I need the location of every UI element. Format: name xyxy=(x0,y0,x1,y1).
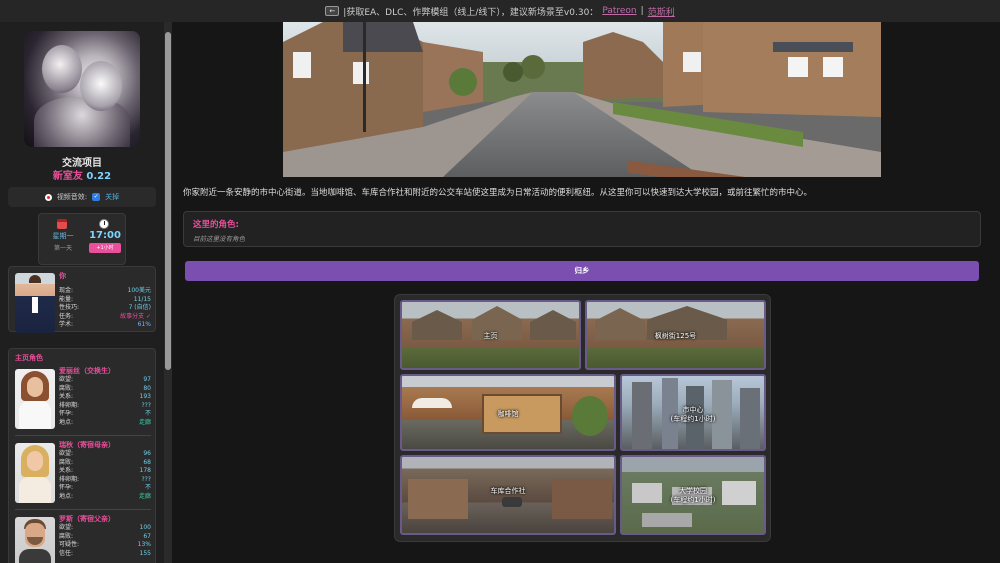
sidebar-scrollbar[interactable] xyxy=(164,22,172,563)
settings-row: 视频音效: ✓ 关掉 xyxy=(8,187,156,207)
go-home-button[interactable]: 归乡 xyxy=(185,261,979,281)
location-description: 你家附近一条安静的市中心街道。当地咖啡馆、车库合作社和附近的公交车站使这里成为日… xyxy=(183,188,813,198)
back-button[interactable]: ← xyxy=(325,6,340,16)
weekday: 星期一 xyxy=(52,232,74,240)
sound-toggle-label: 关掉 xyxy=(105,193,120,201)
location-university[interactable]: 大学校园 (车程约1小时) xyxy=(620,455,766,535)
main-content: 你家附近一条安静的市中心街道。当地咖啡馆、车库合作社和附近的公交车站使这里成为日… xyxy=(172,22,1000,563)
top-announcement-bar: ← |获取EA、DLC、作弊模组（线上/线下），建议新场景至v0.30： Pat… xyxy=(0,0,1000,22)
location-label: 大学校园 (车程约1小时) xyxy=(622,487,764,505)
player-card: 你 现金: 100美元 能量: 11/15 性技巧: 7 (自信) 任务: 故事分支 ✓… xyxy=(8,266,156,333)
location-label-sub: (车程约1小时) xyxy=(670,415,716,423)
location-scene-image xyxy=(283,22,881,177)
location-label-sub: (车程约1小时) xyxy=(670,496,716,504)
sound-checkbox[interactable]: ✓ xyxy=(92,193,101,201)
characters-here-panel: 这里的角色: 目前这里没有角色 xyxy=(183,211,981,247)
clock-icon xyxy=(99,219,109,229)
character-avatar-ross[interactable] xyxy=(15,517,55,563)
character-name[interactable]: 瑞秋（寄宿母亲） xyxy=(59,441,151,450)
sidebar: 交流项目 新室友 0.22 视频音效: ✓ 关掉 星期一 第一天 17:00 +… xyxy=(0,22,164,563)
location-maple-street[interactable]: 枫树街125号 xyxy=(585,300,766,370)
character-avatar-rachel[interactable] xyxy=(15,443,55,503)
characters-here-empty: 目前这里没有角色 xyxy=(193,235,245,243)
location-home[interactable]: 主页 xyxy=(400,300,581,370)
game-version: 0.22 xyxy=(86,171,112,182)
location-label: 车库合作社 xyxy=(490,487,526,495)
location-downtown[interactable]: 市中心 (车程约1小时) xyxy=(620,374,766,451)
patreon-link[interactable]: Patreon xyxy=(602,6,636,16)
character-stats-alice: 爱丽丝（交换生） 欲望: 97 腐败: 80 关系: 193 排卵期:??? 怀孕: 不… xyxy=(59,367,151,426)
roommates-card: 主页角色 爱丽丝（交换生） 欲望: 97 腐败: 80 关系: 193 排卵期:???… xyxy=(8,348,156,563)
player-avatar xyxy=(15,273,55,333)
time-panel: 星期一 第一天 17:00 +1小时 xyxy=(38,213,126,265)
clock-time: 17:00 xyxy=(89,230,121,241)
scrollbar-thumb[interactable] xyxy=(165,32,171,370)
player-stats: 你 现金: 100美元 能量: 11/15 性技巧: 7 (自信) 任务: 故事分支 ✓… xyxy=(59,272,151,328)
sound-radio[interactable] xyxy=(44,193,52,201)
location-cafe[interactable]: 咖啡馆 xyxy=(400,374,616,451)
location-label: 主页 xyxy=(483,332,498,340)
street-scene xyxy=(283,22,881,177)
location-label: 枫树街125号 xyxy=(654,332,697,340)
character-stats-rachel: 瑞秋（寄宿母亲） 欲望: 96 腐败: 68 关系: 178 排卵期:??? 怀孕: 不… xyxy=(59,441,151,500)
player-name: 你 xyxy=(59,272,66,280)
roommates-title: 主页角色 xyxy=(15,354,43,362)
day-counter: 第一天 xyxy=(53,245,72,252)
game-version-line: 新室友 0.22 xyxy=(0,167,164,182)
location-grid: 主页 枫树街125号 咖啡馆 市中心 (车程约1小时) 车库合作社 大学校园 (… xyxy=(394,294,771,542)
link-separator: | xyxy=(640,6,644,16)
characters-here-title: 这里的角色: xyxy=(193,220,239,230)
character-name[interactable]: 爱丽丝（交换生） xyxy=(59,367,151,376)
calendar-icon xyxy=(57,219,67,229)
character-stats-ross: 罗斯（寄宿父亲） 欲望: 100 腐败: 67 可疑性: 13% 信任: 155 xyxy=(59,515,151,557)
author-link[interactable]: 范斯利 xyxy=(648,5,675,18)
location-label-main: 大学校园 xyxy=(679,487,707,495)
character-name[interactable]: 罗斯（寄宿父亲） xyxy=(59,515,151,524)
game-cover-image xyxy=(24,31,140,147)
add-hour-button[interactable]: +1小时 xyxy=(89,243,121,253)
location-label-main: 市中心 xyxy=(682,406,704,414)
location-label: 咖啡馆 xyxy=(497,410,519,418)
character-avatar-alice[interactable] xyxy=(15,369,55,429)
game-name: 新室友 xyxy=(52,171,83,182)
sound-label: 视频音效: xyxy=(56,193,88,201)
location-label: 市中心 (车程约1小时) xyxy=(622,406,764,424)
location-garage-coop[interactable]: 车库合作社 xyxy=(400,455,616,535)
announcement-text: |获取EA、DLC、作弊模组（线上/线下），建议新场景至v0.30： xyxy=(343,7,599,18)
